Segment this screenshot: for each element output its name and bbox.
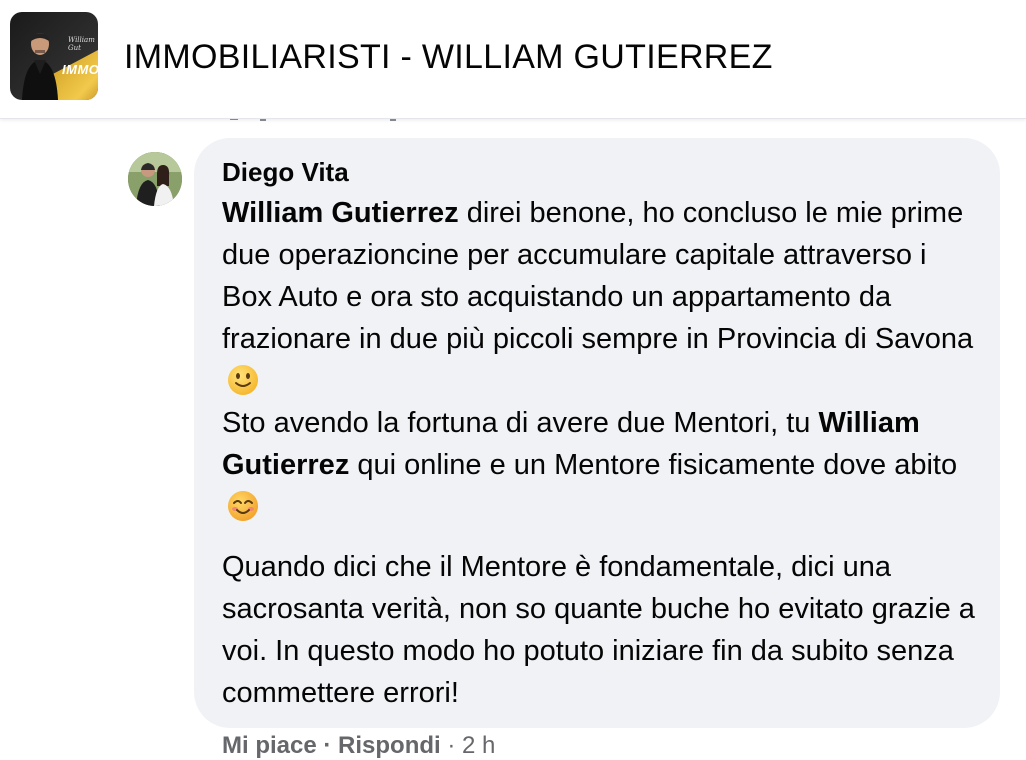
reply-button[interactable]: Rispondi bbox=[338, 732, 441, 759]
smiling-face-with-smiling-eyes-icon bbox=[228, 491, 258, 521]
mention-link[interactable]: William Gutierrez bbox=[222, 197, 459, 229]
like-button[interactable]: Mi piace bbox=[222, 732, 317, 759]
slightly-smiling-face-icon bbox=[228, 365, 258, 395]
comment-author[interactable]: Diego Vita bbox=[222, 154, 976, 190]
comment-paragraph-2: Quando dici che il Mentore è fondamental… bbox=[222, 551, 975, 709]
comment-actions: Mi piace · Rispondi · 2 h bbox=[222, 732, 495, 760]
comment-paragraph-1: William Gutierrez direi benone, ho concl… bbox=[222, 192, 976, 528]
group-title[interactable]: IMMOBILIARISTI - WILLIAM GUTIERREZ bbox=[124, 38, 773, 77]
thumbnail-person-figure bbox=[22, 33, 58, 100]
thumbnail-signature: William Gut bbox=[68, 36, 95, 52]
comment-text: qui online e un Mentore fisicamente dove… bbox=[349, 449, 958, 481]
comment-timestamp[interactable]: · 2 h bbox=[441, 732, 495, 759]
comment-bubble: Diego Vita William Gutierrez direi benon… bbox=[194, 138, 1000, 728]
avatar-photo-icon bbox=[128, 152, 182, 206]
comment-text: Sto avendo la fortuna di avere due Mento… bbox=[222, 407, 819, 439]
thumbnail-text: IMMO bbox=[62, 62, 98, 77]
group-header: William Gut IMMO IMMOBILIARISTI - WILLIA… bbox=[0, 0, 1026, 119]
action-separator: · bbox=[316, 732, 339, 759]
group-thumbnail[interactable]: William Gut IMMO bbox=[10, 12, 98, 100]
commenter-avatar[interactable] bbox=[128, 152, 182, 206]
